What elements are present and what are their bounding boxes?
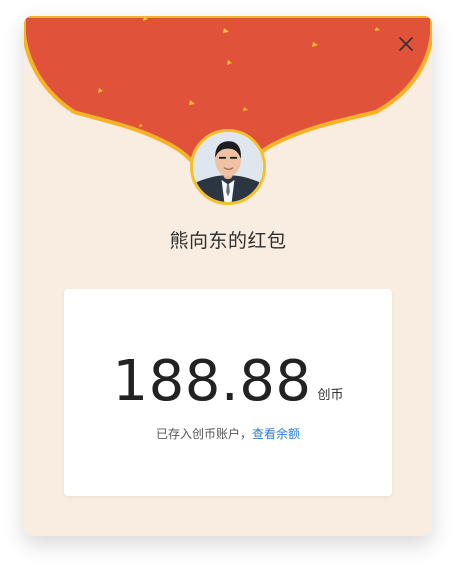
deposit-status: 已存入创币账户，查看余额 xyxy=(64,425,392,442)
close-icon[interactable] xyxy=(396,34,416,54)
view-balance-link[interactable]: 查看余额 xyxy=(252,427,300,441)
sender-title: 熊向东的红包 xyxy=(169,230,287,252)
amount-row: 188.88 创币 xyxy=(64,351,392,413)
avatar xyxy=(190,129,266,205)
amount-card: 188.88 创币 已存入创币账户，查看余额 xyxy=(64,289,392,496)
amount-value: 188.88 xyxy=(112,349,312,414)
red-packet-modal: 熊向东的红包 188.88 创币 已存入创币账户，查看余额 xyxy=(24,16,432,536)
currency-label: 创币 xyxy=(317,388,344,403)
deposit-message: 已存入创币账户， xyxy=(155,427,252,441)
